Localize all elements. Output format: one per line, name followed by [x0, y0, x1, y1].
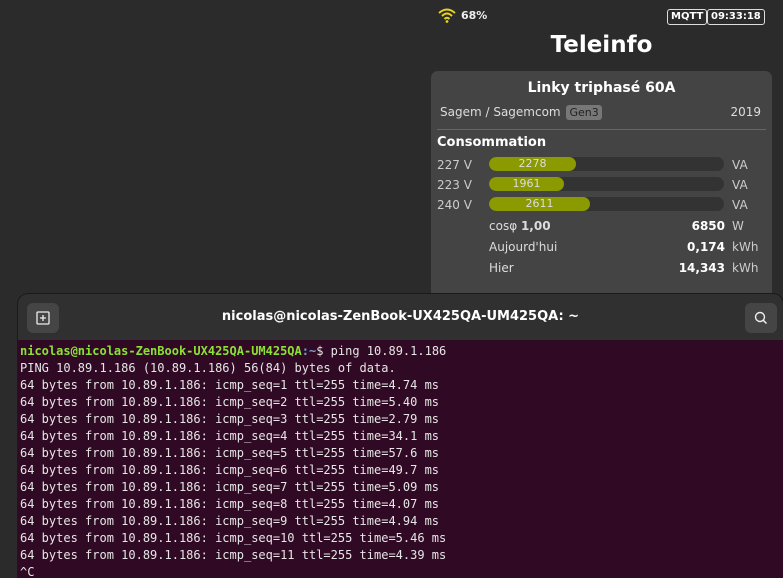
search-icon — [754, 311, 768, 325]
divider — [437, 129, 766, 130]
today-label: Aujourd'hui — [489, 240, 558, 254]
phase2-value: 1961 — [512, 177, 541, 190]
cosphi-row: cosφ 1,00 — [489, 219, 551, 233]
output-line: 64 bytes from 10.89.1.186: icmp_seq=10 t… — [20, 531, 447, 545]
output-line: 64 bytes from 10.89.1.186: icmp_seq=11 t… — [20, 548, 447, 562]
phase1-value: 2278 — [518, 157, 547, 170]
terminal-titlebar[interactable]: nicolas@nicolas-ZenBook-UX425QA-UM425QA:… — [18, 294, 783, 340]
output-line: 64 bytes from 10.89.1.186: icmp_seq=3 tt… — [20, 412, 440, 426]
today-unit: kWh — [732, 240, 759, 254]
output-line: 64 bytes from 10.89.1.186: icmp_seq=9 tt… — [20, 514, 440, 528]
terminal-title: nicolas@nicolas-ZenBook-UX425QA-UM425QA:… — [221, 309, 580, 324]
output-line: PING 10.89.1.186 (10.89.1.186) 56(84) by… — [20, 361, 396, 375]
output-line: 64 bytes from 10.89.1.186: icmp_seq=6 tt… — [20, 463, 440, 477]
output-line: 64 bytes from 10.89.1.186: icmp_seq=4 tt… — [20, 429, 440, 443]
output-line: 64 bytes from 10.89.1.186: icmp_seq=8 tt… — [20, 497, 440, 511]
terminal-output[interactable]: nicolas@nicolas-ZenBook-UX425QA-UM425QA:… — [20, 343, 446, 578]
yesterday-unit: kWh — [732, 261, 759, 275]
cosphi-label: cosφ — [489, 219, 518, 233]
phase2-unit: VA — [732, 178, 748, 192]
phase2-bar: 1961 — [489, 177, 724, 191]
clock-badge: 09:33:18 — [707, 9, 765, 25]
prompt-command: $ ping 10.89.1.186 — [316, 344, 447, 358]
phase3-bar: 2611 — [489, 197, 724, 211]
meter-manufacturer: Sagem / Sagemcom Gen3 — [440, 105, 602, 120]
today-value: 0,174 — [687, 240, 725, 254]
output-line: ^C — [20, 565, 35, 578]
power-value: 6850 — [691, 219, 725, 233]
terminal-window[interactable]: nicolas@nicolas-ZenBook-UX425QA-UM425QA:… — [18, 294, 783, 578]
output-line: 64 bytes from 10.89.1.186: icmp_seq=7 tt… — [20, 480, 440, 494]
wifi-percent: 68% — [461, 9, 488, 22]
output-line: 64 bytes from 10.89.1.186: icmp_seq=2 tt… — [20, 395, 440, 409]
phase3-value: 2611 — [525, 197, 554, 210]
section-title: Consommation — [437, 135, 547, 150]
output-line: 64 bytes from 10.89.1.186: icmp_seq=1 tt… — [20, 378, 440, 392]
wifi-icon — [438, 8, 456, 23]
meter-card: Linky triphasé 60A Sagem / Sagemcom Gen3… — [431, 71, 772, 311]
prompt-user: nicolas@nicolas-ZenBook-UX425QA-UM425QA — [20, 344, 302, 358]
meter-title: Linky triphasé 60A — [527, 80, 676, 96]
app-title: Teleinfo — [550, 32, 653, 58]
manufacturer-label: Sagem / Sagemcom — [440, 105, 561, 119]
phase3-voltage: 240 V — [437, 198, 472, 212]
output-line: 64 bytes from 10.89.1.186: icmp_seq=5 tt… — [20, 446, 440, 460]
prompt-path: :~ — [301, 344, 317, 358]
cosphi-value: 1,00 — [520, 219, 551, 233]
power-unit: W — [732, 219, 744, 233]
yesterday-value: 14,343 — [678, 261, 725, 275]
meter-year: 2019 — [730, 105, 761, 119]
phase1-bar: 2278 — [489, 157, 724, 171]
search-button[interactable] — [745, 303, 777, 333]
mqtt-badge: MQTT — [667, 9, 708, 25]
yesterday-label: Hier — [489, 261, 514, 275]
phase1-unit: VA — [732, 158, 748, 172]
phase2-voltage: 223 V — [437, 178, 472, 192]
phase3-unit: VA — [732, 198, 748, 212]
generation-badge: Gen3 — [566, 105, 602, 120]
phase1-voltage: 227 V — [437, 158, 472, 172]
